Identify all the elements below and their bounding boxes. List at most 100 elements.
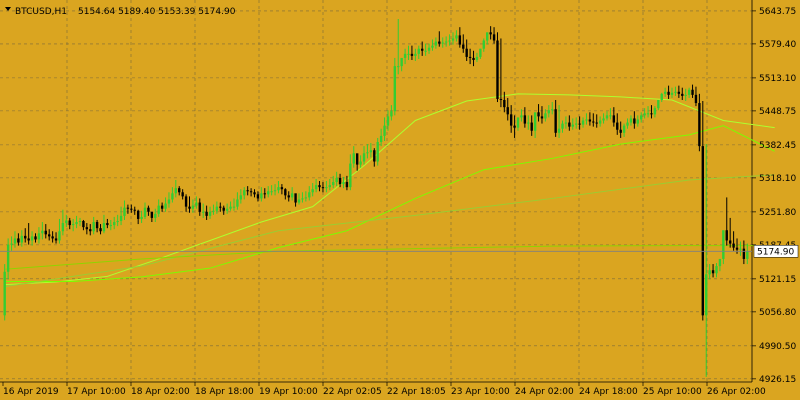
candle-body xyxy=(229,206,232,209)
candle-body xyxy=(236,199,239,207)
candle-body xyxy=(92,222,95,232)
candle-body xyxy=(328,185,332,188)
x-tick-label: 19 Apr 10:00 xyxy=(259,387,318,397)
candle-body xyxy=(725,230,728,241)
candle-body xyxy=(178,188,181,193)
candle-body xyxy=(592,121,595,123)
x-tick-label: 23 Apr 10:00 xyxy=(451,387,510,397)
candle-body xyxy=(321,187,325,189)
candle-body xyxy=(595,122,598,124)
candle-body xyxy=(373,150,376,162)
candle-body xyxy=(619,129,622,133)
x-tick-label: 22 Apr 02:05 xyxy=(323,387,382,397)
candle-body xyxy=(393,66,397,112)
candle-body xyxy=(150,211,154,218)
candle-body xyxy=(629,118,633,123)
candle-body xyxy=(633,118,636,124)
candle-body xyxy=(732,243,735,248)
candle-body xyxy=(646,113,650,115)
candle-body xyxy=(458,35,462,45)
chart-background xyxy=(0,0,800,400)
candle-body xyxy=(301,198,304,200)
candle-body xyxy=(297,199,301,203)
candle-body xyxy=(136,210,140,219)
candle-body xyxy=(561,123,564,129)
price-chart[interactable]: 5643.75 5579.40 5513.10 5448.75 5382.45 5318.… xyxy=(0,0,800,400)
candle-body xyxy=(20,235,24,243)
candle-body xyxy=(653,108,657,115)
candle-body xyxy=(157,205,160,214)
candle-body xyxy=(191,205,195,209)
candle-body xyxy=(167,199,171,204)
candle-body xyxy=(598,120,602,124)
candle-body xyxy=(420,48,424,51)
candle-body xyxy=(386,116,390,126)
candle-body xyxy=(126,207,130,209)
symbol-timeframe: BTCUSD,H1 xyxy=(15,7,67,17)
candle-body xyxy=(256,194,260,199)
y-tick-label: 5643.75 xyxy=(759,7,796,17)
candle-body xyxy=(674,91,677,93)
candle-body xyxy=(746,251,749,259)
candle-body xyxy=(198,202,201,212)
candle-body xyxy=(304,197,308,199)
candle-body xyxy=(362,153,366,162)
y-tick-label: 5382.45 xyxy=(759,141,796,151)
candle-body xyxy=(318,185,321,188)
candle-body xyxy=(71,224,75,226)
candle-body xyxy=(164,203,167,209)
x-tick-label: 24 Apr 02:00 xyxy=(515,387,574,397)
candle-body xyxy=(663,91,667,94)
y-tick-label: 5121.15 xyxy=(759,275,796,285)
candle-body xyxy=(444,41,448,43)
candle-body xyxy=(352,153,355,164)
candle-body xyxy=(451,38,455,41)
candle-body xyxy=(133,209,136,211)
candle-body xyxy=(711,270,715,274)
x-tick-label: 22 Apr 18:05 xyxy=(387,387,446,397)
candle-body xyxy=(140,216,143,219)
candle-body xyxy=(496,40,499,99)
candle-body xyxy=(277,187,280,191)
candle-body xyxy=(657,99,660,109)
candle-body xyxy=(44,230,47,235)
candle-body xyxy=(249,191,253,193)
candle-body xyxy=(417,48,420,54)
candle-body xyxy=(742,248,746,259)
candle-body xyxy=(513,125,516,128)
candle-body xyxy=(17,238,20,243)
candle-body xyxy=(287,195,290,198)
candle-body xyxy=(239,195,243,200)
current-price-label: 5174.90 xyxy=(753,245,799,258)
candle-body xyxy=(205,211,208,216)
candle-body xyxy=(366,152,369,154)
candle-body xyxy=(530,122,533,131)
candle-body xyxy=(581,120,585,125)
candle-body xyxy=(564,122,568,124)
candle-body xyxy=(407,53,410,55)
y-tick-label: 4926.15 xyxy=(759,375,796,385)
candle-body xyxy=(116,220,119,223)
candle-body xyxy=(58,231,61,241)
candle-body xyxy=(212,210,215,212)
candle-body xyxy=(602,118,605,121)
x-tick-label: 17 Apr 10:00 xyxy=(67,387,126,397)
candle-body xyxy=(383,125,386,136)
candle-body xyxy=(397,66,400,68)
x-tick-label: 25 Apr 10:00 xyxy=(643,387,702,397)
candle-body xyxy=(154,213,157,218)
candle-body xyxy=(448,40,451,42)
candle-body xyxy=(143,207,147,217)
candle-body xyxy=(694,94,698,104)
candle-body xyxy=(533,112,537,131)
candle-body xyxy=(492,34,496,41)
candle-body xyxy=(294,193,297,203)
candle-body xyxy=(554,109,557,133)
candle-body xyxy=(345,182,349,188)
candle-body xyxy=(284,189,287,196)
candle-body xyxy=(332,182,335,186)
chart-header: BTCUSD,H1 5154.64 5189.40 5153.39 5174.9… xyxy=(5,7,236,17)
candle-body xyxy=(99,228,102,232)
candle-body xyxy=(243,190,246,196)
candle-body xyxy=(184,196,188,207)
